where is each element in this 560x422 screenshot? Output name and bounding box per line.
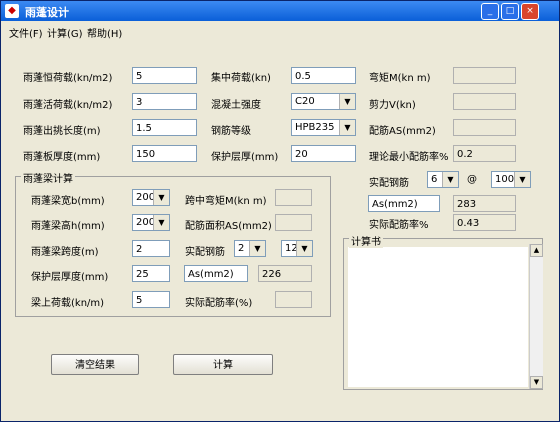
output-groupbox — [343, 238, 543, 390]
window-title: 雨蓬设计 — [25, 6, 69, 19]
thickness-input[interactable]: 150 — [132, 145, 197, 162]
calculate-button[interactable]: 计算 — [173, 354, 273, 375]
chevron-down-icon[interactable]: ▼ — [296, 241, 312, 256]
scroll-down-icon[interactable]: ▼ — [530, 376, 543, 389]
rebar-spacing-value: 100 — [495, 174, 515, 185]
beam-height-select[interactable]: 200 ▼ — [132, 214, 170, 231]
concrete-value: C20 — [295, 96, 315, 107]
beam-actual-ratio-output — [275, 291, 312, 308]
moment-label: 弯矩M(kn m) — [369, 73, 431, 84]
shear-output — [453, 93, 516, 110]
rebar-spacing-select[interactable]: 100 ▼ — [491, 171, 531, 188]
rebar-grade-label: 钢筋等级 — [211, 126, 251, 137]
chevron-down-icon[interactable]: ▼ — [153, 190, 169, 205]
output-text-area[interactable] — [348, 247, 528, 387]
menu-bar: 文件(F) 计算(G) 帮助(H) — [1, 22, 559, 40]
live-load-input[interactable]: 3 — [132, 93, 197, 110]
title-bar: ◆ 雨蓬设计 _ □ × — [1, 1, 559, 21]
rebar-dia-select[interactable]: 6 ▼ — [427, 171, 459, 188]
beam-as-output: 226 — [258, 265, 312, 282]
as-actual-output: 283 — [453, 195, 516, 212]
min-ratio-label: 理论最小配筋率% — [369, 152, 449, 163]
beam-actual-ratio-label: 实际配筋率(%) — [185, 298, 253, 309]
main-window: ◆ 雨蓬设计 _ □ × 文件(F) 计算(G) 帮助(H) 雨蓬恒荷载(kn/… — [0, 0, 560, 422]
shear-label: 剪力V(kn) — [369, 100, 416, 111]
cover-label: 保护层厚(mm) — [211, 152, 279, 163]
beam-span-label: 雨蓬梁跨度(m) — [31, 247, 99, 258]
overhang-label: 雨蓬出挑长度(m) — [23, 126, 101, 137]
beam-rebar-count-value: 2 — [238, 243, 245, 254]
overhang-input[interactable]: 1.5 — [132, 119, 197, 136]
minimize-button[interactable]: _ — [481, 3, 499, 20]
rebar-grade-value: HPB235 — [295, 122, 335, 133]
rebar-area-output — [275, 214, 312, 231]
beam-rebar-label: 实配钢筋 — [185, 247, 225, 258]
min-ratio-output: 0.2 — [453, 145, 516, 162]
output-title: 计算书 — [349, 233, 383, 248]
beam-span-input[interactable]: 2 — [132, 240, 170, 257]
as-output — [453, 119, 516, 136]
menu-calc[interactable]: 计算(G) — [47, 25, 83, 40]
rebar-grade-select[interactable]: HPB235 ▼ — [291, 119, 356, 136]
actual-ratio-output: 0.43 — [453, 214, 516, 231]
maximize-button[interactable]: □ — [501, 3, 519, 20]
at-symbol: @ — [467, 174, 477, 185]
beam-rebar-count-select[interactable]: 2 ▼ — [234, 240, 266, 257]
chevron-down-icon[interactable]: ▼ — [442, 172, 458, 187]
actual-ratio-label: 实际配筋率% — [369, 220, 429, 231]
close-button[interactable]: × — [521, 3, 539, 20]
thickness-label: 雨蓬板厚度(mm) — [23, 152, 101, 163]
point-load-input[interactable]: 0.5 — [291, 67, 356, 84]
beam-group-title: 雨蓬梁计算 — [21, 170, 75, 185]
beam-rebar-dia-select[interactable]: 12 ▼ — [281, 240, 313, 257]
concrete-select[interactable]: C20 ▼ — [291, 93, 356, 110]
beam-load-label: 梁上荷载(kn/m) — [31, 298, 105, 309]
chevron-down-icon[interactable]: ▼ — [339, 120, 355, 135]
scroll-up-icon[interactable]: ▲ — [530, 244, 543, 257]
beam-cover-input[interactable]: 25 — [132, 265, 170, 282]
beam-width-select[interactable]: 200 ▼ — [132, 189, 170, 206]
actual-rebar-label: 实配钢筋 — [369, 178, 409, 189]
chevron-down-icon[interactable]: ▼ — [514, 172, 530, 187]
beam-cover-label: 保护层厚度(mm) — [31, 272, 109, 283]
beam-height-label: 雨蓬梁高h(mm) — [31, 221, 105, 232]
concrete-label: 混凝土强度 — [211, 100, 261, 111]
mid-moment-label: 跨中弯矩M(kn m) — [185, 196, 267, 207]
dead-load-input[interactable]: 5 — [132, 67, 197, 84]
dead-load-label: 雨蓬恒荷载(kn/m2) — [23, 73, 113, 84]
live-load-label: 雨蓬活荷载(kn/m2) — [23, 100, 113, 111]
beam-load-input[interactable]: 5 — [132, 291, 170, 308]
menu-help[interactable]: 帮助(H) — [87, 25, 122, 40]
chevron-down-icon[interactable]: ▼ — [153, 215, 169, 230]
chevron-down-icon[interactable]: ▼ — [339, 94, 355, 109]
as-actual-label-box: As(mm2) — [368, 195, 440, 212]
rebar-area-label: 配筋面积AS(mm2) — [185, 221, 272, 232]
app-icon: ◆ — [5, 4, 19, 18]
cover-input[interactable]: 20 — [291, 145, 356, 162]
beam-width-label: 雨蓬梁宽b(mm) — [31, 196, 105, 207]
point-load-label: 集中荷载(kn) — [211, 73, 271, 84]
menu-file[interactable]: 文件(F) — [9, 25, 43, 40]
clear-results-button[interactable]: 清空结果 — [51, 354, 139, 375]
rebar-dia-value: 6 — [431, 174, 438, 185]
output-scrollbar[interactable]: ▲ ▼ — [529, 244, 543, 389]
beam-as-label-box: As(mm2) — [184, 265, 248, 282]
as-label: 配筋AS(mm2) — [369, 126, 436, 137]
chevron-down-icon[interactable]: ▼ — [249, 241, 265, 256]
moment-output — [453, 67, 516, 84]
mid-moment-output — [275, 189, 312, 206]
